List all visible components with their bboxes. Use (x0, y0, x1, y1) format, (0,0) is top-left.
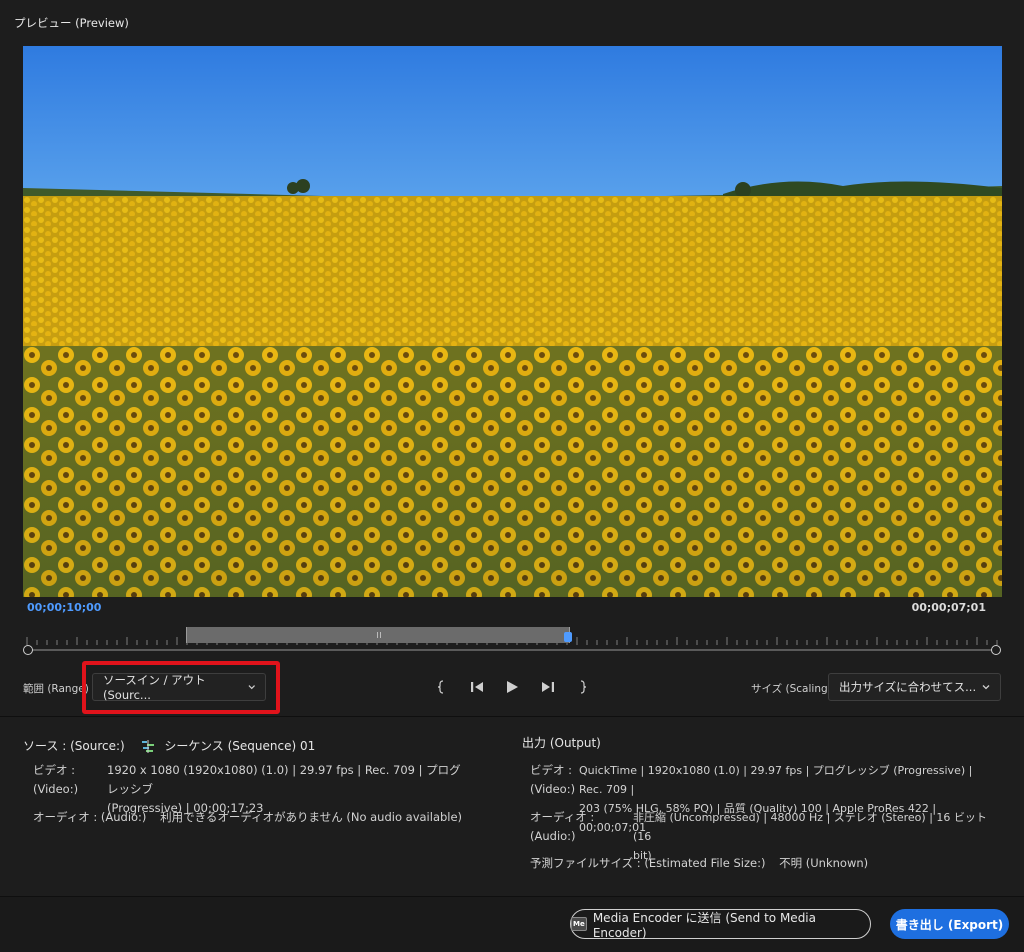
source-heading-row: ソース : (Source:) シーケンス (Sequence) 01 (23, 737, 315, 754)
scaling-dropdown[interactable]: 出力サイズに合わせてス... (828, 673, 1001, 701)
timeline-scrubber[interactable] (23, 627, 1001, 657)
output-filesize-value: 不明 (Unknown) (779, 856, 869, 870)
timeline-start-handle[interactable] (23, 645, 33, 655)
range-bar[interactable] (186, 627, 570, 643)
output-video-label: ビデオ : (Video:) (530, 761, 578, 799)
output-video-label-line2: (Video:) (530, 782, 576, 796)
source-heading: ソース : (Source:) (23, 739, 125, 753)
sequence-icon (141, 740, 154, 753)
output-video-label-line1: ビデオ : (530, 763, 573, 777)
export-label: 書き出し (Export) (895, 917, 1004, 932)
timeline-end-handle[interactable] (991, 645, 1001, 655)
play-button[interactable] (503, 678, 521, 696)
mark-in-icon (437, 680, 444, 694)
output-filesize-label: 予測ファイルサイズ : (Estimated File Size:) (530, 856, 766, 870)
duration-timecode: 00;00;07;01 (911, 601, 986, 614)
source-video-label-line2: (Video:) (33, 782, 79, 796)
current-timecode[interactable]: 00;00;10;00 (27, 601, 101, 614)
source-audio-label: オーディオ : (Audio:) (33, 810, 147, 824)
source-video-label-line1: ビデオ : (33, 763, 76, 777)
step-back-icon (470, 682, 483, 692)
source-audio-value: 利用できるオーディオがありません (No audio available) (160, 810, 463, 824)
mark-out-button[interactable] (574, 678, 592, 696)
video-preview (23, 46, 1002, 597)
scaling-label: サイズ (Scaling) (751, 683, 832, 695)
send-to-media-encoder-button[interactable]: Me Media Encoder に送信 (Send to Media Enco… (570, 909, 871, 940)
output-audio-label: オーディオ : (Audio:) (530, 810, 595, 843)
scaling-dropdown-value: 出力サイズに合わせてス... (839, 680, 977, 694)
panel-title: プレビュー (Preview) (14, 16, 129, 30)
step-forward-icon (541, 682, 554, 692)
step-forward-button[interactable] (539, 678, 557, 696)
transport-controls (432, 676, 592, 698)
source-audio-row: オーディオ : (Audio:) 利用できるオーディオがありません (No au… (33, 808, 462, 827)
output-heading: 出力 (Output) (522, 736, 601, 750)
timeline-track[interactable] (27, 649, 997, 651)
output-audio-line1: 非圧縮 (Uncompressed) | 48000 Hz | ステレオ (St… (633, 811, 987, 843)
send-to-media-encoder-label: Media Encoder に送信 (Send to Media Encoder… (592, 910, 816, 940)
step-back-button[interactable] (468, 678, 486, 696)
range-highlight-annotation (82, 661, 280, 714)
output-filesize-row: 予測ファイルサイズ : (Estimated File Size:) 不明 (U… (530, 854, 868, 873)
export-button[interactable]: 書き出し (Export) (890, 909, 1009, 939)
mark-in-button[interactable] (432, 678, 450, 696)
media-encoder-icon: Me (571, 917, 587, 931)
range-label: 範囲 (Range) (23, 683, 89, 695)
mark-out-icon (580, 680, 587, 694)
output-video-line1: QuickTime | 1920x1080 (1.0) | 29.97 fps … (579, 764, 973, 796)
sequence-name: シーケンス (Sequence) 01 (164, 739, 316, 753)
range-grip-icon[interactable] (377, 632, 381, 638)
play-icon (507, 681, 518, 693)
chevron-down-icon (982, 685, 990, 690)
playhead[interactable] (564, 632, 572, 642)
source-video-label: ビデオ : (Video:) (33, 761, 103, 799)
divider (0, 716, 1024, 717)
source-video-line1: 1920 x 1080 (1920x1080) (1.0) | 29.97 fp… (107, 763, 461, 796)
